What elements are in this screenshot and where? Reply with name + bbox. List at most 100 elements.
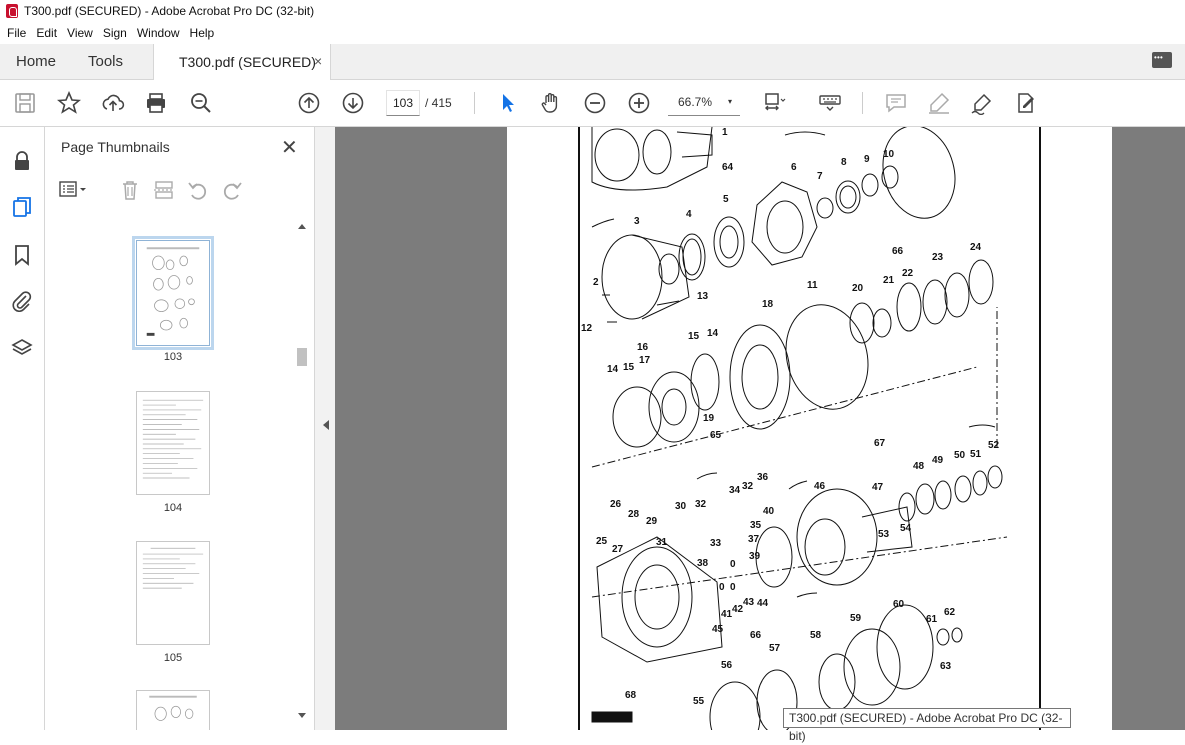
sign-pen-icon[interactable]: [970, 91, 994, 116]
callout-label: 51: [970, 449, 982, 460]
zoom-level-select[interactable]: 66.7% ▾: [668, 90, 740, 116]
keyboard-scroll-icon[interactable]: [818, 91, 842, 115]
upload-cloud-icon[interactable]: [101, 91, 125, 115]
page-thumbnails-icon[interactable]: [11, 196, 33, 218]
callout-label: 54: [900, 523, 912, 534]
callout-label: 25: [596, 536, 608, 547]
delete-page-icon[interactable]: [119, 179, 141, 201]
page-fit-icon[interactable]: [762, 91, 786, 115]
close-panel-icon[interactable]: ✕: [281, 135, 298, 160]
tab-document-label: T300.pdf (SECURED): [179, 54, 316, 70]
callout-label: 62: [944, 607, 956, 618]
callout-label: 9: [864, 154, 870, 165]
callout-label: 10: [883, 149, 895, 160]
highlight-pen-icon[interactable]: [927, 91, 951, 115]
window-title: T300.pdf (SECURED) - Adobe Acrobat Pro D…: [24, 4, 315, 18]
menu-file[interactable]: File: [2, 26, 31, 40]
tab-bar: Home Tools T300.pdf (SECURED) ×: [0, 44, 1185, 81]
callout-label: 61: [926, 614, 938, 625]
star-icon[interactable]: [56, 90, 82, 115]
page-thumbnail-106[interactable]: [136, 690, 210, 730]
callout-label: 36: [757, 472, 769, 483]
title-bar: T300.pdf (SECURED) - Adobe Acrobat Pro D…: [0, 0, 1185, 22]
callout-label: 39: [749, 551, 761, 562]
toolbar-divider: [862, 92, 863, 114]
page-thumbnail-103[interactable]: [132, 236, 214, 350]
extract-page-icon[interactable]: [153, 179, 175, 201]
page-thumbnail-104[interactable]: [136, 391, 210, 495]
callout-label: 7: [817, 171, 823, 182]
callout-label: 20: [852, 283, 864, 294]
document-viewport[interactable]: 1 2 3 4 5 6 7 8 9 10 11 12 13 14 15 14 1…: [335, 127, 1185, 730]
callout-label: 63: [940, 661, 952, 672]
callout-label: 65: [710, 430, 722, 441]
layers-icon[interactable]: [11, 337, 33, 359]
page-number-input[interactable]: 103: [386, 90, 420, 116]
comment-icon[interactable]: [884, 91, 908, 115]
callout-label: 60: [893, 599, 905, 610]
menu-sign[interactable]: Sign: [98, 26, 132, 40]
tab-tools[interactable]: Tools: [88, 44, 123, 80]
bookmark-icon[interactable]: [11, 244, 33, 266]
callout-label: 15: [688, 331, 700, 342]
collapse-panel-handle[interactable]: [315, 127, 335, 730]
comment-bubble-icon[interactable]: [1152, 52, 1172, 68]
callout-label: 57: [769, 643, 781, 654]
chevron-left-icon: [323, 420, 329, 430]
callout-label: 8: [841, 157, 847, 168]
previous-page-icon[interactable]: [297, 91, 321, 115]
callout-label: 59: [850, 613, 862, 624]
callout-label: 5: [723, 194, 729, 205]
select-cursor-icon[interactable]: [496, 91, 520, 115]
next-page-icon[interactable]: [341, 91, 365, 115]
print-icon[interactable]: [144, 91, 168, 115]
callout-label: 12: [581, 323, 593, 334]
zoom-in-icon[interactable]: [627, 91, 651, 115]
callout-label: 28: [628, 509, 640, 520]
lock-icon[interactable]: [11, 150, 33, 172]
zoom-out-icon[interactable]: [583, 91, 607, 115]
menu-help[interactable]: Help: [185, 26, 220, 40]
callout-label: 0: [730, 559, 736, 570]
zoom-level-value: 66.7%: [678, 95, 713, 109]
callout-label: 46: [814, 481, 826, 492]
tab-home[interactable]: Home: [16, 44, 56, 80]
callout-label: 18: [762, 299, 774, 310]
callout-label: 40: [763, 506, 775, 517]
save-icon[interactable]: [13, 91, 37, 115]
hand-tool-icon[interactable]: [539, 91, 563, 115]
callout-label: 22: [902, 268, 914, 279]
callout-label: 31: [656, 537, 668, 548]
zoom-search-icon[interactable]: [189, 91, 213, 115]
rotate-right-icon[interactable]: [221, 179, 243, 201]
callout-label: 30: [675, 501, 687, 512]
callout-label: 16: [637, 342, 649, 353]
callout-label: 47: [872, 482, 884, 493]
thumbnail-label-104: 104: [163, 502, 183, 514]
callout-label: 53: [878, 529, 890, 540]
callout-label: 11: [807, 280, 818, 291]
callout-label: 55: [693, 696, 705, 707]
callout-label: 44: [757, 598, 769, 609]
rotate-left-icon[interactable]: [187, 179, 209, 201]
menu-edit[interactable]: Edit: [31, 26, 62, 40]
taskbar-tooltip: T300.pdf (SECURED) - Adobe Acrobat Pro D…: [783, 708, 1071, 743]
edit-pdf-icon[interactable]: [1014, 91, 1038, 115]
callout-label: 13: [697, 291, 709, 302]
menu-window[interactable]: Window: [132, 26, 185, 40]
callout-label: 33: [710, 538, 722, 549]
page-thumbnail-105[interactable]: [136, 541, 210, 645]
menu-view[interactable]: View: [62, 26, 98, 40]
thumbnail-options-icon[interactable]: [59, 179, 86, 201]
callout-label: 64: [722, 162, 734, 173]
thumbnail-scrollbar[interactable]: [295, 220, 309, 725]
callout-label: 48: [913, 461, 925, 472]
callout-label: 32: [742, 481, 754, 492]
callout-label: 52: [988, 440, 1000, 451]
callout-label: 49: [932, 455, 944, 466]
close-tab-icon[interactable]: ×: [314, 53, 322, 69]
attachment-icon[interactable]: [11, 290, 33, 312]
callout-label: 14: [707, 328, 719, 339]
tab-document[interactable]: T300.pdf (SECURED) ×: [153, 44, 331, 81]
callout-label: 27: [612, 544, 624, 555]
